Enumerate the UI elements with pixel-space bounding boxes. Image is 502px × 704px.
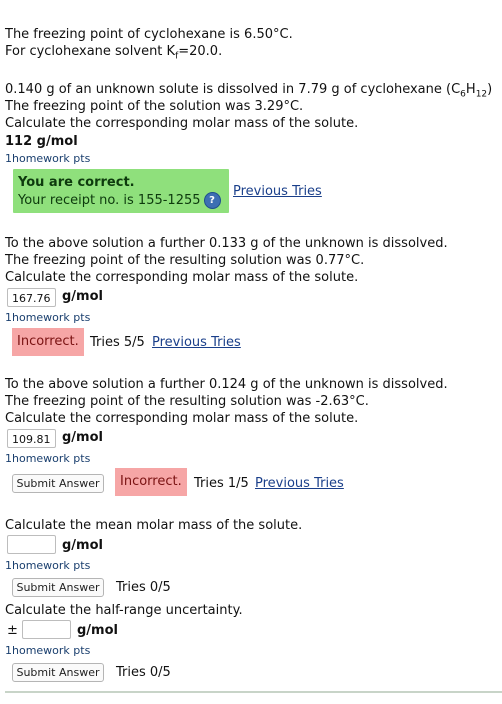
q3-unit: g/mol <box>62 430 103 445</box>
q3-incorrect-badge: Incorrect. <box>115 468 187 496</box>
q3-prompt: Calculate the corresponding molar mass o… <box>5 411 359 426</box>
q5-tries: Tries 0/5 <box>116 665 171 680</box>
plus-minus-sign: ± <box>7 623 18 638</box>
q1-freezing-point: The freezing point of the solution was 3… <box>5 99 304 114</box>
q4-submit-button[interactable]: Submit Answer <box>12 578 104 597</box>
q4-prompt: Calculate the mean molar mass of the sol… <box>5 518 303 533</box>
q1-statement-prefix: 0.140 g of an unknown solute is dissolve… <box>5 82 461 97</box>
kf-suffix: =20.0. <box>178 44 223 59</box>
correct-feedback: You are correct. Your receipt no. is 155… <box>13 169 229 213</box>
q2-freezing-point: The freezing point of the resulting solu… <box>5 253 365 268</box>
q4-unit: g/mol <box>62 538 103 553</box>
q2-answer-input[interactable]: 167.76 <box>7 288 56 307</box>
q2-incorrect-badge: Incorrect. <box>12 328 84 356</box>
q1-paren: ) <box>487 82 493 97</box>
q3-freezing-point: The freezing point of the resulting solu… <box>5 394 369 409</box>
receipt-number: Your receipt no. is 155-1255 <box>18 193 201 208</box>
section-divider <box>5 691 502 693</box>
q5-unit: g/mol <box>77 623 118 638</box>
q1-sub-12: 12 <box>475 89 488 100</box>
kf-statement: For cyclohexane solvent Kf=20.0. <box>5 43 222 66</box>
q1-prompt: Calculate the corresponding molar mass o… <box>5 116 359 131</box>
kf-prefix: For cyclohexane solvent K <box>5 44 176 59</box>
q3-previous-tries-link[interactable]: Previous Tries <box>255 476 344 491</box>
q4-points: 1homework pts <box>5 559 91 572</box>
freezing-point-statement: The freezing point of cyclohexane is 6.5… <box>5 27 293 42</box>
correct-title: You are correct. <box>18 175 135 190</box>
q2-previous-tries-link[interactable]: Previous Tries <box>152 335 241 350</box>
q2-statement: To the above solution a further 0.133 g … <box>5 236 448 251</box>
q3-points: 1homework pts <box>5 452 91 465</box>
q3-answer-input[interactable]: 109.81 <box>7 429 56 448</box>
q3-tries: Tries 1/5 <box>194 476 249 491</box>
help-icon[interactable]: ? <box>203 192 221 209</box>
q1-points: 1homework pts <box>5 152 91 165</box>
q2-points: 1homework pts <box>5 311 91 324</box>
q5-prompt: Calculate the half-range uncertainty. <box>5 603 243 618</box>
q5-points: 1homework pts <box>5 644 91 657</box>
q2-unit: g/mol <box>62 289 103 304</box>
q5-answer-input[interactable] <box>22 620 71 639</box>
q4-answer-input[interactable] <box>7 535 56 554</box>
receipt-text: Your receipt no. is 155-1255? <box>18 192 221 209</box>
q1-h: H <box>465 82 476 97</box>
q5-submit-button[interactable]: Submit Answer <box>12 663 104 682</box>
q3-statement: To the above solution a further 0.124 g … <box>5 377 448 392</box>
q1-previous-tries-link[interactable]: Previous Tries <box>233 184 322 199</box>
q2-tries: Tries 5/5 <box>90 335 145 350</box>
q3-submit-button[interactable]: Submit Answer <box>12 474 104 493</box>
q4-tries: Tries 0/5 <box>116 580 171 595</box>
q1-answer: 112 g/mol <box>5 134 78 149</box>
q2-prompt: Calculate the corresponding molar mass o… <box>5 270 359 285</box>
